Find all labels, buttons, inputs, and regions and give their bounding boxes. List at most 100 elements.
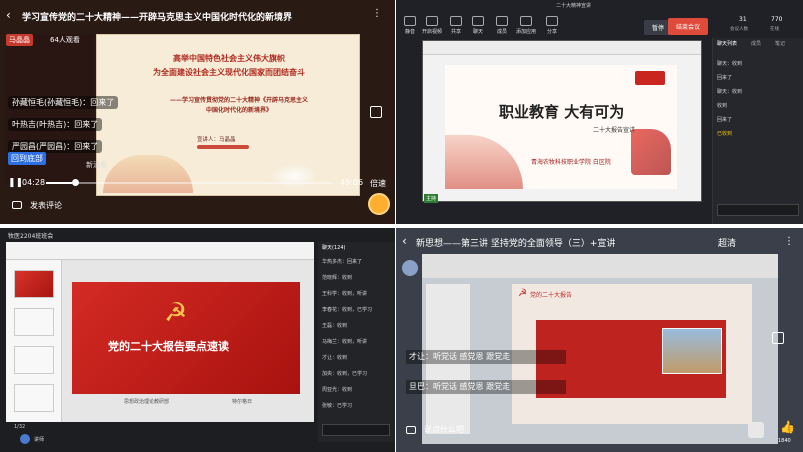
more-icon[interactable]: ⋮ [784, 236, 794, 247]
tiananmen-illustration [103, 155, 193, 193]
back-to-bottom-button[interactable]: 回到底部 [8, 152, 46, 165]
progress-track[interactable] [46, 182, 332, 184]
quality-button[interactable]: 超清 [718, 236, 736, 249]
progress-knob[interactable] [72, 179, 79, 186]
share-icon[interactable] [772, 332, 784, 344]
toolbar-invite[interactable]: 分享 [540, 16, 564, 35]
camera-icon [426, 16, 438, 26]
ppt-ribbon [422, 254, 778, 278]
chat-message: 叶热吉(叶热吉)：回来了 [8, 118, 103, 131]
slide-sub-line1: ——学习宣传贯彻党的二十大精神《开辟马克思主义 [169, 97, 308, 104]
chat-message: 马梅兰：收到，听讲 [322, 339, 368, 345]
page-indicator: 1/32 [14, 424, 26, 430]
window-title: 二十大精神宣讲 [556, 3, 592, 9]
stat-online: 770 [771, 16, 783, 23]
members-icon [496, 16, 508, 26]
total-time: 49:06 [340, 178, 364, 187]
slide-logo [635, 71, 665, 85]
gift-icon[interactable] [748, 422, 764, 438]
apps-icon [520, 16, 532, 26]
speed-button[interactable]: 倍速 [370, 178, 386, 189]
panel-mobile-live: ‹ 新思想——第三讲 坚持党的全面领导（三）+宣讲 超清 ⋮ ☭ 党的二十大报告… [396, 228, 803, 452]
back-icon[interactable]: ‹ [6, 8, 11, 22]
chat-message: 收到 [717, 103, 728, 109]
toolbar-label: 开启视频 [421, 29, 442, 35]
toolbar-label: 共享 [450, 29, 461, 35]
great-hall-photo [662, 328, 722, 374]
chat-message: 加央：收到，已学习 [322, 371, 368, 377]
slide-author: 特尔格日 [232, 399, 253, 405]
chat-message: 周亚光：收到 [322, 387, 353, 393]
slide-speaker-bar [197, 145, 249, 149]
slide-title-line2: 为全面建设社会主义现代化国家而团结奋斗 [153, 68, 305, 77]
main-slide: ☭ 党的二十大报告要点速读 [72, 282, 300, 394]
panel-class-meeting: 牧医2204班班会 ☭ 党的二十大报告要点速读 思想政治理论教研部 特尔格日 聊… [0, 228, 395, 452]
slide-org: 思想政治理论教研部 [124, 399, 170, 405]
slide-sub-line2: 中国化时代化的新境界》 [205, 107, 272, 114]
speaker-avatar [20, 434, 30, 444]
slide-frame: 高举中国特色社会主义伟大旗帜 为全面建设社会主义现代化国家而团结奋斗 ——学习宣… [96, 34, 360, 196]
chat-message: 王磊：收到 [322, 323, 348, 329]
tab-members[interactable]: 成员 [751, 40, 761, 47]
like-icon[interactable]: 👍 [780, 420, 795, 434]
slide-title: 职业教育 大有可为 [499, 103, 625, 121]
toolbar-label: 添加应用 [515, 29, 536, 35]
toolbar-label: 成员 [496, 29, 507, 35]
toolbar-mute[interactable]: 静音 [398, 16, 422, 35]
host-tag: 主持 [424, 194, 439, 203]
toolbar-members[interactable]: 成员 [490, 16, 514, 35]
slide-canvas: 职业教育 大有可为 二十大报告宣讲 青海农牧科技职业学院 白区院 [445, 65, 677, 189]
chat-message: 王科学：收到，听讲 [322, 291, 368, 297]
chat-message: 范晓辉：收到 [322, 275, 353, 281]
viewer-tag: 马晶晶 [6, 34, 33, 46]
slide-thumbnail[interactable] [14, 270, 54, 298]
end-meeting-button[interactable]: 结束会议 [668, 18, 709, 35]
projected-screen: ☭ 党的二十大报告 [422, 254, 778, 444]
toolbar-chat[interactable]: 聊天 [466, 16, 490, 35]
viewer-name: 马晶晶 [9, 36, 30, 44]
stat-online-label: 在线 [770, 27, 779, 32]
slide-tag: 党的二十大报告 [530, 292, 573, 299]
stat-participants-label: 会议人数 [730, 27, 748, 32]
host-avatar [402, 260, 418, 276]
chat-message: 聊天：收到 [717, 89, 743, 95]
ppt-ribbon [6, 242, 314, 260]
comment-icon[interactable] [12, 201, 22, 209]
chat-message: 张敏：已学习 [322, 403, 353, 409]
pause-button[interactable]: ❚❚ [8, 178, 23, 188]
progress-fill [46, 182, 72, 184]
panel-meeting: 二十大精神宣讲 静音 开启视频 共享 聊天 成员 添加应用 分享 暂停 结束会议… [396, 0, 803, 224]
tab-notes[interactable]: 笔记 [775, 40, 785, 47]
chat-input[interactable] [717, 204, 799, 216]
comment-icon[interactable] [406, 426, 416, 434]
slide-thumbnail[interactable] [14, 384, 54, 412]
comment-input[interactable]: 发表评论 [30, 200, 62, 211]
comment-input[interactable]: 说点什么吧 [424, 424, 464, 435]
toolbar-apps[interactable]: 添加应用 [514, 16, 538, 35]
toolbar-share[interactable]: 共享 [444, 16, 468, 35]
invite-icon [546, 16, 558, 26]
party-emblem-icon: ☭ [164, 298, 188, 328]
chat-input[interactable] [322, 424, 390, 436]
toolbar-label: 静音 [404, 29, 415, 35]
chat-panel: 聊天(124) 华热多杰：回来了 范晓辉：收到 王科学：收到，听讲 李春花：收到… [318, 242, 395, 442]
current-time: 04:28 [22, 178, 46, 187]
tab-chat-list[interactable]: 聊天列表 [717, 40, 737, 47]
share-icon[interactable] [370, 106, 382, 118]
panel-live-lecture: 高举中国特色社会主义伟大旗帜 为全面建设社会主义现代化国家而团结奋斗 ——学习宣… [0, 0, 395, 224]
slide-thumbnail[interactable] [14, 346, 54, 374]
chat-partial: 新消息 [86, 161, 107, 169]
mic-icon [404, 16, 416, 26]
like-count: 1840 [778, 438, 791, 444]
dove-illustration [269, 163, 319, 189]
thumbnails-pane [6, 260, 62, 422]
chat-icon [472, 16, 484, 26]
gift-icon[interactable] [368, 193, 390, 215]
back-icon[interactable]: ‹ [402, 234, 407, 248]
slide-thumbnail[interactable] [14, 308, 54, 336]
ppt-area: ☭ 党的二十大报告要点速读 思想政治理论教研部 特尔格日 [6, 242, 314, 422]
more-icon[interactable]: ⋮ [372, 8, 382, 19]
toolbar-video[interactable]: 开启视频 [420, 16, 444, 35]
slide-org: 青海农牧科技职业学院 白区院 [531, 159, 611, 166]
chat-message: 才让：听党话 感党恩 跟党走 [406, 350, 566, 364]
